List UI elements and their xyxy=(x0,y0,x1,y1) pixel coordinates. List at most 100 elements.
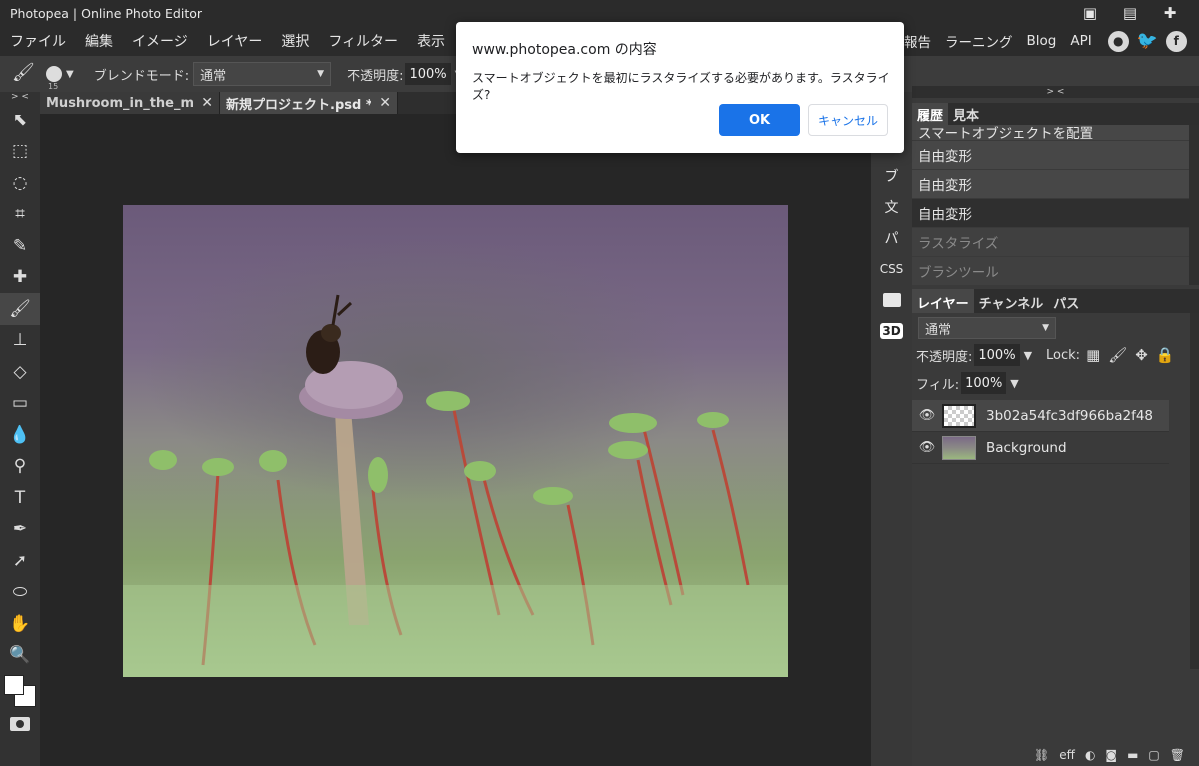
chevron-down-icon[interactable]: ▼ xyxy=(1010,377,1018,390)
opacity-label: 不透明度: xyxy=(347,68,404,84)
menu-edit[interactable]: 編集 xyxy=(85,31,122,51)
layer-name: Background xyxy=(986,439,1067,456)
lock-paint-icon[interactable]: 🖌 xyxy=(1108,346,1127,364)
eraser-tool-icon[interactable]: ◇ xyxy=(0,356,40,388)
document-icon[interactable]: ▤ xyxy=(1121,4,1139,22)
history-tabs: 履歴 見本 xyxy=(912,103,1199,125)
lock-transparency-icon[interactable]: ▦ xyxy=(1086,346,1100,364)
layer-row[interactable]: 👁 Background xyxy=(912,432,1169,464)
chevron-down-icon: ▼ xyxy=(1042,323,1049,333)
ellipse-tool-icon[interactable]: ⬭ xyxy=(0,577,40,609)
lock-all-icon[interactable]: 🔒 xyxy=(1156,346,1175,364)
brush-tool-icon[interactable]: 🖌 xyxy=(0,293,40,325)
menu-select[interactable]: 選択 xyxy=(281,31,318,51)
panel-brush-button[interactable]: ブ xyxy=(871,160,912,191)
facebook-icon[interactable]: f xyxy=(1165,30,1187,52)
layer-name: 3b02a54fc3df966ba2f48 xyxy=(986,407,1154,424)
3d-icon[interactable]: 3D xyxy=(871,315,912,346)
lasso-tool-icon[interactable]: ◌ xyxy=(0,167,40,199)
new-layer-icon[interactable]: ▢ xyxy=(1148,748,1159,762)
twitter-icon[interactable]: 🐦 xyxy=(1137,31,1158,52)
layers-panel: 通常 ▼ 不透明度: 100% ▼ Lock: ▦ 🖌 ✥ 🔒 フィル: 100… xyxy=(912,313,1199,669)
blend-mode-select[interactable]: 通常 ▼ xyxy=(193,62,332,86)
dialog-message: スマートオブジェクトを最初にラスタライズする必要があります。ラスタライズ? xyxy=(472,71,890,102)
menu-file[interactable]: ファイル xyxy=(10,31,75,51)
menu-learning[interactable]: ラーニング xyxy=(945,31,1013,51)
panel-css-button[interactable]: CSS xyxy=(871,253,912,284)
clipboard-icon[interactable]: ▣ xyxy=(1081,4,1099,22)
collapse-toggle[interactable]: > < xyxy=(912,86,1199,98)
path-select-tool-icon[interactable]: ➚ xyxy=(0,545,40,577)
foreground-color[interactable] xyxy=(4,675,24,695)
close-icon[interactable]: ✕ xyxy=(201,95,213,111)
trash-icon[interactable]: 🗑 xyxy=(1170,748,1185,762)
image-icon[interactable] xyxy=(871,284,912,315)
tab-channels[interactable]: チャンネル xyxy=(974,289,1049,313)
plugin-icon[interactable]: ✚ xyxy=(1161,4,1179,22)
link-icon[interactable]: ⛓ xyxy=(1034,748,1049,762)
text-tool-icon[interactable]: T xyxy=(0,482,40,514)
menu-image[interactable]: イメージ xyxy=(132,31,197,51)
ok-button[interactable]: OK xyxy=(719,104,800,136)
menu-view[interactable]: 表示 xyxy=(417,31,454,51)
marquee-tool-icon[interactable]: ⬚ xyxy=(0,136,40,168)
tab-new-project[interactable]: 新規プロジェクト.psd * ✕ xyxy=(220,92,398,114)
pen-tool-icon[interactable]: ✒ xyxy=(0,514,40,546)
stamp-tool-icon[interactable]: ⊥ xyxy=(0,325,40,357)
hand-tool-icon[interactable]: ✋ xyxy=(0,608,40,640)
panel-character-button[interactable]: 文 xyxy=(871,191,912,222)
menu-filter[interactable]: フィルター xyxy=(328,31,407,51)
layer-opacity-input[interactable]: 100% xyxy=(974,344,1020,366)
canvas-area[interactable] xyxy=(40,114,871,766)
tab-history[interactable]: 履歴 xyxy=(912,103,949,125)
eyedropper-tool-icon[interactable]: ✎ xyxy=(0,230,40,262)
layers-scrollbar[interactable] xyxy=(1190,313,1199,669)
fill-input[interactable]: 100% xyxy=(961,372,1007,394)
history-item[interactable]: 自由変形 xyxy=(912,141,1199,170)
blur-tool-icon[interactable]: 💧 xyxy=(0,419,40,451)
history-scrollbar[interactable] xyxy=(1189,125,1199,285)
close-icon[interactable]: ✕ xyxy=(379,95,391,111)
effects-button[interactable]: eff xyxy=(1059,748,1075,762)
reddit-icon[interactable]: ● xyxy=(1107,30,1129,52)
crop-tool-icon[interactable]: ⌗ xyxy=(0,199,40,231)
eye-icon[interactable]: 👁 xyxy=(912,440,942,455)
lock-move-icon[interactable]: ✥ xyxy=(1135,346,1148,364)
zoom-tool-icon[interactable]: 🔍 xyxy=(0,640,40,672)
tab-mushroom[interactable]: Mushroom_in_the_mos ✕ xyxy=(40,92,220,114)
blend-mode-value: 通常 xyxy=(200,68,227,84)
opacity-input[interactable]: 100% xyxy=(405,63,451,85)
move-tool-icon[interactable]: ⬉ xyxy=(0,104,40,136)
cancel-button[interactable]: キャンセル xyxy=(808,104,888,136)
menu-blog[interactable]: Blog xyxy=(1027,33,1057,49)
layer-blend-select[interactable]: 通常 ▼ xyxy=(918,317,1056,339)
menu-report[interactable]: 報告 xyxy=(904,31,931,51)
history-item-current[interactable]: 自由変形 xyxy=(912,199,1199,228)
collapse-toggle[interactable]: > < xyxy=(0,92,40,104)
chevron-down-icon[interactable]: ▼ xyxy=(1024,349,1032,362)
gradient-tool-icon[interactable]: ▭ xyxy=(0,388,40,420)
brush-size-picker[interactable]: 15 xyxy=(46,66,62,91)
tab-layers[interactable]: レイヤー xyxy=(912,289,974,313)
menu-api[interactable]: API xyxy=(1070,33,1091,49)
document-canvas[interactable] xyxy=(123,205,788,677)
layer-row[interactable]: 👁 3b02a54fc3df966ba2f48 xyxy=(912,400,1169,432)
history-item[interactable]: スマートオブジェクトを配置 xyxy=(912,125,1199,141)
mask-icon[interactable]: ◙ xyxy=(1105,748,1117,762)
chevron-down-icon[interactable]: ▼ xyxy=(66,69,74,80)
history-item[interactable]: ラスタライズ xyxy=(912,228,1199,257)
brush-preset-icon[interactable]: 🖌 xyxy=(12,62,40,86)
tab-swatches[interactable]: 見本 xyxy=(948,103,984,125)
history-item[interactable]: 自由変形 xyxy=(912,170,1199,199)
dodge-tool-icon[interactable]: ⚲ xyxy=(0,451,40,483)
tab-paths[interactable]: パス xyxy=(1048,289,1084,313)
healing-tool-icon[interactable]: ✚ xyxy=(0,262,40,294)
color-swatches[interactable] xyxy=(0,671,40,711)
quick-mask-icon[interactable] xyxy=(0,711,40,737)
folder-icon[interactable]: ▬ xyxy=(1127,748,1138,762)
adjustment-icon[interactable]: ◐ xyxy=(1085,748,1095,762)
history-item[interactable]: ブラシツール xyxy=(912,257,1199,286)
panel-paragraph-button[interactable]: パ xyxy=(871,222,912,253)
eye-icon[interactable]: 👁 xyxy=(912,408,942,423)
menu-layer[interactable]: レイヤー xyxy=(207,31,272,51)
